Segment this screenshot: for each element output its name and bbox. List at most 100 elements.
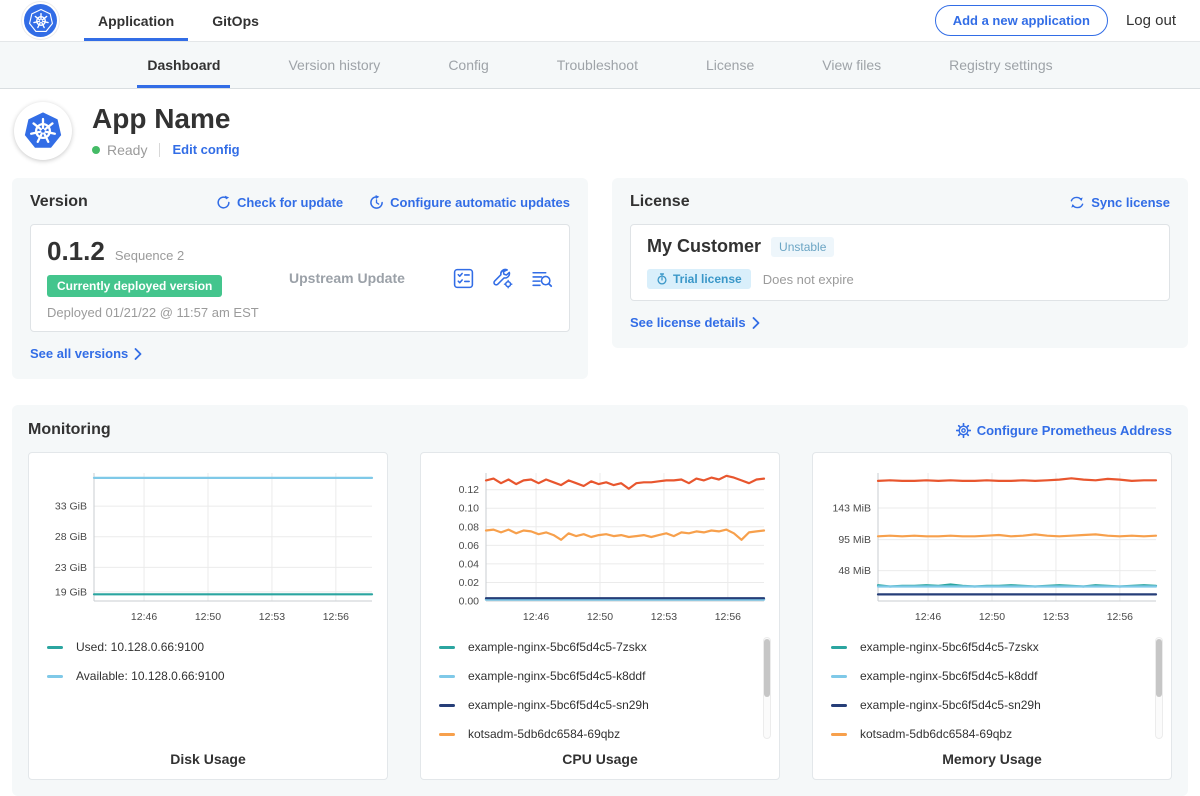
svg-text:12:50: 12:50 bbox=[979, 611, 1005, 623]
svg-text:12:53: 12:53 bbox=[1043, 611, 1069, 623]
chevron-right-icon bbox=[752, 317, 760, 329]
svg-text:143 MiB: 143 MiB bbox=[832, 502, 871, 514]
cpu-usage-chart-card: 0.000.020.040.060.080.100.1212:4612:5012… bbox=[420, 452, 780, 780]
top-nav: Application GitOps Add a new application… bbox=[0, 0, 1200, 42]
app-logo-icon bbox=[14, 102, 72, 160]
stopwatch-icon bbox=[656, 273, 668, 285]
tab-view-files-label: View files bbox=[822, 57, 881, 73]
legend-label: example-nginx-5bc6f5d4c5-k8ddf bbox=[860, 669, 1037, 683]
svg-text:0.04: 0.04 bbox=[459, 558, 480, 570]
memory-usage-chart: 48 MiB95 MiB143 MiB12:4612:5012:5312:56 bbox=[820, 463, 1164, 631]
deployed-timestamp: Deployed 01/21/22 @ 11:57 am EST bbox=[47, 305, 289, 320]
tab-troubleshoot[interactable]: Troubleshoot bbox=[551, 42, 644, 88]
edit-config-link[interactable]: Edit config bbox=[172, 142, 239, 157]
legend-swatch bbox=[831, 704, 847, 707]
logout-button[interactable]: Log out bbox=[1126, 12, 1176, 29]
brand bbox=[24, 0, 57, 41]
see-license-details-link[interactable]: See license details bbox=[630, 315, 760, 330]
sync-license-link[interactable]: Sync license bbox=[1069, 195, 1170, 210]
legend-swatch bbox=[47, 646, 63, 649]
legend-item: Used: 10.128.0.66:9100 bbox=[47, 641, 369, 653]
legend-swatch bbox=[47, 675, 63, 678]
legend-item: example-nginx-5bc6f5d4c5-7zskx bbox=[439, 641, 761, 653]
svg-text:12:46: 12:46 bbox=[523, 611, 549, 623]
svg-text:19 GiB: 19 GiB bbox=[55, 586, 87, 598]
tab-version-history[interactable]: Version history bbox=[282, 42, 386, 88]
legend-item: example-nginx-5bc6f5d4c5-k8ddf bbox=[439, 670, 761, 682]
legend-swatch bbox=[439, 646, 455, 649]
legend-item: kotsadm-5db6dc6584-69qbz bbox=[439, 728, 761, 740]
version-card: Version Check for update Configure au bbox=[12, 178, 588, 379]
legend-label: Used: 10.128.0.66:9100 bbox=[76, 640, 204, 654]
app-header: App Name Ready Edit config bbox=[0, 89, 1200, 174]
top-tab-application-label: Application bbox=[98, 13, 174, 29]
legend-item: kotsadm-5db6dc6584-69qbz bbox=[831, 728, 1153, 740]
svg-text:33 GiB: 33 GiB bbox=[55, 501, 87, 513]
tab-license[interactable]: License bbox=[700, 42, 760, 88]
tab-view-files[interactable]: View files bbox=[816, 42, 887, 88]
configure-prometheus-link[interactable]: Configure Prometheus Address bbox=[956, 423, 1172, 438]
see-all-versions-link[interactable]: See all versions bbox=[30, 346, 142, 361]
cpu-usage-legend: example-nginx-5bc6f5d4c5-7zskx example-ng… bbox=[421, 631, 779, 745]
legend-item: example-nginx-5bc6f5d4c5-7zskx bbox=[831, 641, 1153, 653]
tab-config[interactable]: Config bbox=[442, 42, 494, 88]
legend-swatch bbox=[831, 733, 847, 736]
legend-item: Available: 10.128.0.66:9100 bbox=[47, 670, 369, 682]
check-for-update-label: Check for update bbox=[237, 195, 343, 210]
monitoring-panel: Monitoring Con bbox=[12, 405, 1188, 796]
license-card-title: License bbox=[630, 193, 690, 211]
version-card-title: Version bbox=[30, 193, 88, 211]
view-files-icon[interactable] bbox=[530, 267, 553, 290]
configure-automatic-updates-link[interactable]: Configure automatic updates bbox=[369, 195, 570, 210]
clock-refresh-icon bbox=[369, 195, 384, 210]
license-type-badge: Trial license bbox=[647, 269, 751, 289]
svg-text:12:46: 12:46 bbox=[131, 611, 157, 623]
legend-label: kotsadm-5db6dc6584-69qbz bbox=[860, 727, 1012, 741]
legend-scrollbar-thumb[interactable] bbox=[764, 639, 770, 697]
tab-version-history-label: Version history bbox=[288, 57, 380, 73]
tab-dashboard[interactable]: Dashboard bbox=[141, 42, 226, 88]
check-for-update-link[interactable]: Check for update bbox=[216, 195, 343, 210]
add-application-button[interactable]: Add a new application bbox=[935, 5, 1108, 36]
svg-text:95 MiB: 95 MiB bbox=[838, 534, 871, 546]
svg-text:0.12: 0.12 bbox=[459, 484, 480, 496]
cpu-usage-chart-title: CPU Usage bbox=[421, 751, 779, 767]
gear-icon bbox=[956, 423, 971, 438]
status-text: Ready bbox=[107, 142, 147, 158]
tab-config-label: Config bbox=[448, 57, 488, 73]
version-number: 0.1.2 bbox=[47, 236, 105, 267]
legend-scrollbar[interactable] bbox=[1155, 637, 1163, 739]
legend-label: example-nginx-5bc6f5d4c5-7zskx bbox=[860, 640, 1039, 654]
top-actions: Add a new application Log out bbox=[935, 0, 1176, 41]
svg-text:28 GiB: 28 GiB bbox=[55, 531, 87, 543]
sync-license-label: Sync license bbox=[1091, 195, 1170, 210]
svg-text:0.06: 0.06 bbox=[459, 540, 480, 552]
svg-text:12:56: 12:56 bbox=[323, 611, 349, 623]
svg-text:12:50: 12:50 bbox=[195, 611, 221, 623]
legend-label: example-nginx-5bc6f5d4c5-sn29h bbox=[860, 698, 1041, 712]
top-tab-application[interactable]: Application bbox=[94, 0, 178, 41]
preflight-checks-icon[interactable] bbox=[452, 267, 475, 290]
svg-text:0.00: 0.00 bbox=[459, 596, 480, 608]
cpu-usage-chart: 0.000.020.040.060.080.100.1212:4612:5012… bbox=[428, 463, 772, 631]
tab-registry-settings[interactable]: Registry settings bbox=[943, 42, 1058, 88]
current-version-panel: 0.1.2 Sequence 2 Currently deployed vers… bbox=[30, 224, 570, 332]
svg-text:23 GiB: 23 GiB bbox=[55, 562, 87, 574]
summary-cards-row: Version Check for update Configure au bbox=[12, 178, 1188, 379]
config-wrench-icon[interactable] bbox=[491, 267, 514, 290]
legend-scrollbar-thumb[interactable] bbox=[1156, 639, 1162, 697]
disk-usage-chart-title: Disk Usage bbox=[29, 751, 387, 767]
disk-usage-legend: Used: 10.128.0.66:9100 Available: 10.128.… bbox=[29, 631, 387, 745]
see-all-versions-label: See all versions bbox=[30, 346, 128, 361]
sync-icon bbox=[1069, 195, 1085, 210]
svg-text:0.08: 0.08 bbox=[459, 521, 480, 533]
legend-scrollbar[interactable] bbox=[763, 637, 771, 739]
legend-swatch bbox=[831, 646, 847, 649]
tab-registry-settings-label: Registry settings bbox=[949, 57, 1052, 73]
license-type-label: Trial license bbox=[673, 272, 742, 286]
top-tab-gitops[interactable]: GitOps bbox=[208, 0, 263, 41]
legend-label: Available: 10.128.0.66:9100 bbox=[76, 669, 225, 683]
svg-text:0.02: 0.02 bbox=[459, 577, 480, 589]
disk-usage-chart-card: 19 GiB23 GiB28 GiB33 GiB12:4612:5012:531… bbox=[28, 452, 388, 780]
divider bbox=[159, 143, 160, 157]
